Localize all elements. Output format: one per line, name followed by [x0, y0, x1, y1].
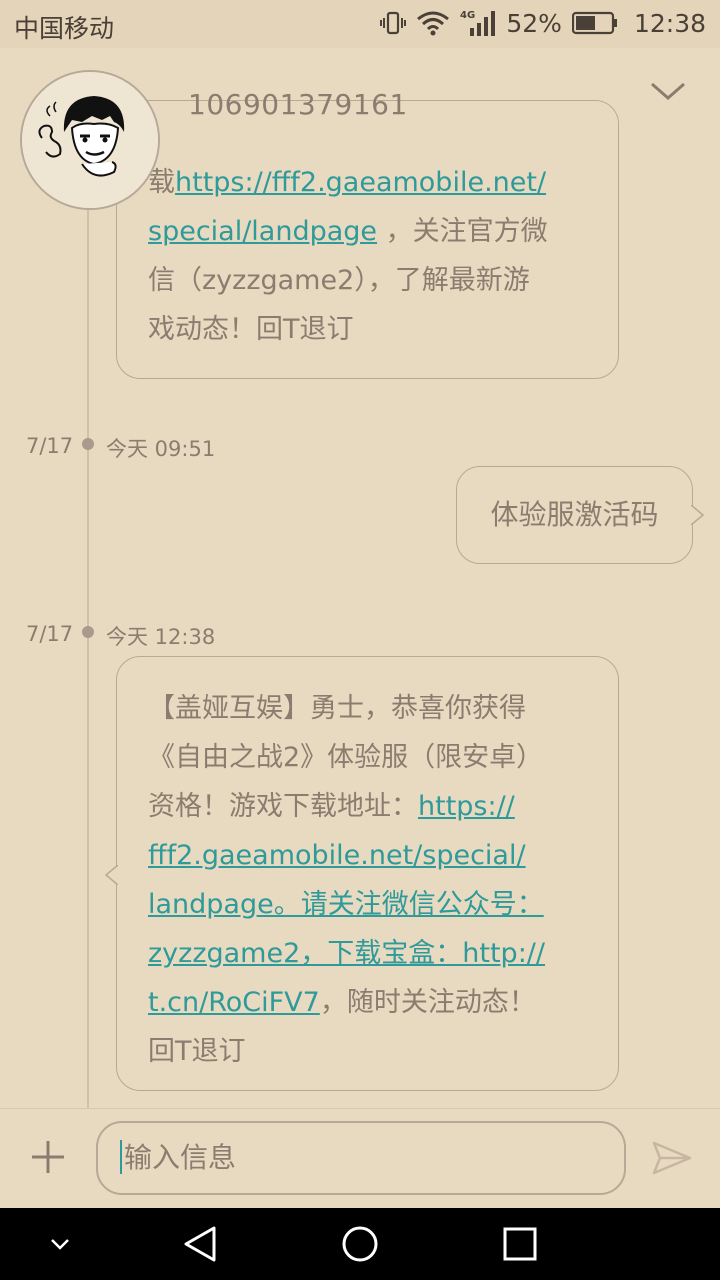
- message-text: special/landpage ，关注官方微: [148, 216, 548, 247]
- system-nav-bar: [0, 1208, 720, 1280]
- svg-text:4G: 4G: [460, 10, 475, 21]
- message-link[interactable]: https://: [418, 791, 515, 822]
- avatar-face-icon: [22, 72, 158, 208]
- time-label: 今天 09:51: [106, 437, 216, 461]
- message-link[interactable]: t.cn/RoCiFV7: [148, 987, 320, 1018]
- recent-apps-icon[interactable]: [502, 1224, 538, 1264]
- chevron-down-icon[interactable]: [648, 76, 688, 106]
- contact-avatar[interactable]: [20, 70, 160, 210]
- message-text: t.cn/RoCiFV7，随时关注动态！: [148, 987, 536, 1018]
- message-text: 信（zyzzgame2），了解最新游: [148, 265, 530, 296]
- input-placeholder: 输入信息: [124, 1141, 237, 1174]
- timeline-dot: [82, 438, 94, 450]
- message-text: landpage。请关注微信公众号：: [148, 880, 600, 929]
- vibrate-icon: [380, 11, 407, 35]
- bubble-tail: [104, 865, 118, 885]
- status-bar: 中国移动 4G 52% 12:38: [0, 0, 720, 48]
- date-label: 7/17: [26, 434, 74, 458]
- message-link[interactable]: landpage。请关注微信公众号：: [148, 889, 544, 920]
- carrier-name: 中国移动: [14, 14, 115, 43]
- message-text: zyzzgame2，下载宝盒：http://: [148, 929, 600, 978]
- date-label: 7/17: [26, 622, 74, 646]
- message-link[interactable]: https://fff2.gaeamobile.net/: [175, 167, 546, 198]
- incoming-message-bubble[interactable]: 【盖娅互娱】勇士，恭喜你获得 《自由之战2》体验服（限安卓） 资格！游戏下载地址…: [104, 656, 619, 1091]
- incoming-message-bubble[interactable]: 载https://fff2.gaeamobile.net/ special/la…: [116, 100, 619, 379]
- message-text: 载https://fff2.gaeamobile.net/: [148, 167, 547, 198]
- message-text: 资格！游戏下载地址：https://: [148, 791, 515, 822]
- hide-keyboard-icon[interactable]: [48, 1234, 72, 1254]
- message-text: fff2.gaeamobile.net/special/: [148, 831, 600, 880]
- message-input[interactable]: 输入信息: [96, 1121, 626, 1195]
- home-icon[interactable]: [340, 1224, 380, 1264]
- signal-4g-icon: 4G: [460, 10, 496, 36]
- bubble-tail: [691, 505, 705, 525]
- send-icon[interactable]: [652, 1140, 692, 1176]
- conversation-timeline: [87, 200, 89, 1108]
- clock: 12:38: [633, 8, 706, 38]
- message-link[interactable]: fff2.gaeamobile.net/special/: [148, 840, 526, 871]
- message-text: 体验服激活码: [490, 498, 659, 531]
- message-link[interactable]: special/landpage: [148, 216, 377, 247]
- wifi-icon: [417, 11, 450, 36]
- message-text: 【盖娅互娱】勇士，恭喜你获得: [148, 693, 526, 724]
- add-attachment-icon[interactable]: [30, 1139, 66, 1175]
- message-link[interactable]: zyzzgame2，下载宝盒：http://: [148, 938, 545, 969]
- time-label: 今天 12:38: [106, 625, 216, 649]
- timeline-dot: [82, 626, 94, 638]
- back-icon[interactable]: [180, 1224, 220, 1264]
- battery-icon: [571, 11, 617, 35]
- battery-percent: 52%: [506, 8, 562, 38]
- message-text: 戏动态！回T退订: [148, 314, 354, 345]
- message-text: 《自由之战2》体验服（限安卓）: [148, 742, 544, 773]
- message-text: 回T退订: [148, 1036, 246, 1067]
- contact-number: 106901379161: [188, 88, 408, 121]
- outgoing-message-bubble[interactable]: 体验服激活码: [456, 466, 705, 564]
